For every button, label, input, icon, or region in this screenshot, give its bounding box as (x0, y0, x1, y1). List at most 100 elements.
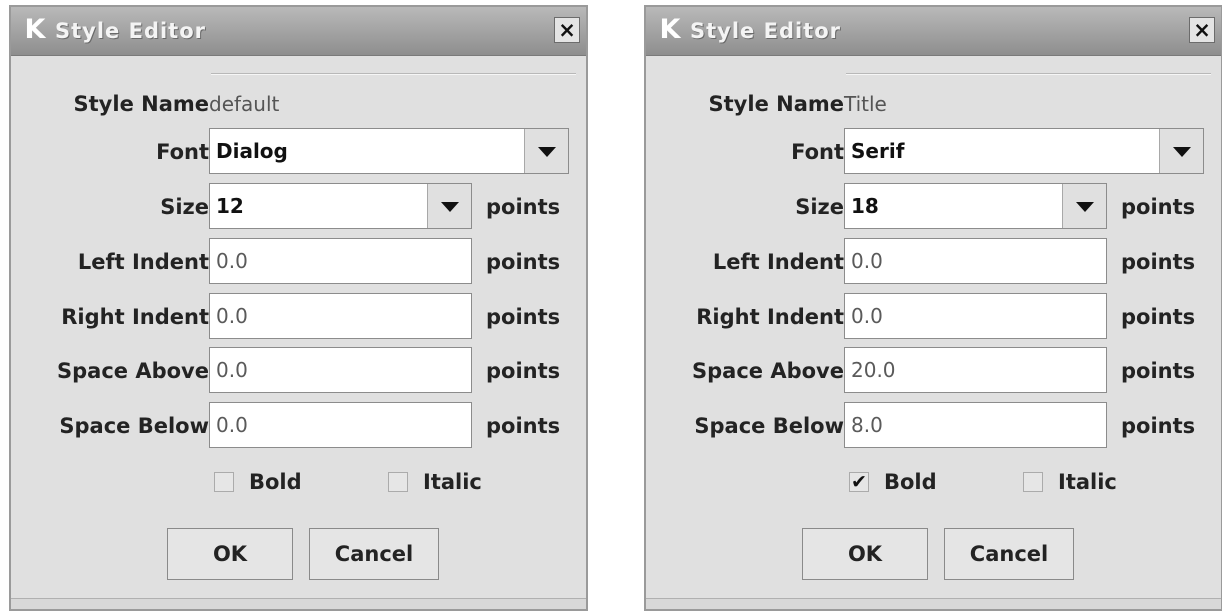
font-value: Serif (851, 139, 905, 163)
space-below-unit: points (1121, 414, 1196, 438)
size-row: Size 18 points (646, 183, 1221, 231)
right-indent-unit: points (1121, 305, 1196, 329)
left-indent-label: Left Indent (712, 250, 844, 274)
bold-label: Bold (249, 470, 302, 494)
right-indent-row: Right Indent 0.0 points (11, 293, 586, 341)
size-unit: points (486, 195, 561, 219)
italic-label: Italic (1058, 470, 1117, 494)
left-indent-field[interactable]: 0.0 (844, 238, 1107, 284)
status-strip (646, 598, 1221, 609)
style-editor-dialog-default: K Style Editor × Style Name default Font… (9, 5, 588, 611)
size-value: 18 (851, 194, 879, 218)
size-unit: points (1121, 195, 1196, 219)
size-label: Size (160, 195, 209, 219)
space-below-label: Space Below (59, 414, 209, 438)
style-name-label: Style Name (73, 92, 209, 116)
left-indent-row: Left Indent 0.0 points (11, 238, 586, 286)
status-strip (11, 598, 586, 609)
k-app-icon: K (24, 14, 46, 45)
left-indent-label: Left Indent (77, 250, 209, 274)
ok-button[interactable]: OK (167, 528, 293, 580)
size-combo[interactable]: 18 (844, 183, 1107, 229)
right-indent-field[interactable]: 0.0 (209, 293, 472, 339)
title-bar[interactable]: K Style Editor × (11, 7, 586, 56)
separator (846, 73, 1211, 75)
font-label: Font (791, 140, 844, 164)
italic-checkbox[interactable]: Italic (388, 462, 482, 502)
space-above-row: Space Above 20.0 points (646, 347, 1221, 395)
size-row: Size 12 points (11, 183, 586, 231)
space-above-unit: points (486, 359, 561, 383)
bold-check-box[interactable]: ✔ (849, 472, 869, 492)
font-value: Dialog (216, 139, 288, 163)
size-label: Size (795, 195, 844, 219)
bold-checkbox[interactable]: Bold (214, 462, 302, 502)
space-above-unit: points (1121, 359, 1196, 383)
left-indent-unit: points (1121, 250, 1196, 274)
right-indent-field[interactable]: 0.0 (844, 293, 1107, 339)
chevron-down-icon[interactable] (1062, 184, 1106, 228)
space-below-label: Space Below (694, 414, 844, 438)
font-label: Font (156, 140, 209, 164)
size-value: 12 (216, 194, 244, 218)
space-below-value: 8.0 (851, 413, 883, 437)
window-title: Style Editor (690, 19, 842, 43)
space-above-label: Space Above (57, 359, 209, 383)
style-name-label: Style Name (708, 92, 844, 116)
style-name-row: Style Name default (11, 80, 586, 128)
cancel-button[interactable]: Cancel (309, 528, 439, 580)
right-indent-value: 0.0 (216, 304, 248, 328)
space-above-value: 20.0 (851, 358, 896, 382)
style-name-value: default (209, 92, 280, 116)
italic-check-box[interactable] (388, 472, 408, 492)
italic-label: Italic (423, 470, 482, 494)
close-icon[interactable]: × (1189, 17, 1215, 43)
style-checkboxes-row: Bold Italic (11, 462, 586, 510)
bold-check-box[interactable] (214, 472, 234, 492)
space-below-field[interactable]: 8.0 (844, 402, 1107, 448)
separator (211, 73, 576, 75)
left-indent-row: Left Indent 0.0 points (646, 238, 1221, 286)
left-indent-value: 0.0 (851, 249, 883, 273)
font-row: Font Dialog (11, 128, 586, 176)
space-above-field[interactable]: 0.0 (209, 347, 472, 393)
style-checkboxes-row: ✔ Bold Italic (646, 462, 1221, 510)
right-indent-value: 0.0 (851, 304, 883, 328)
left-indent-value: 0.0 (216, 249, 248, 273)
italic-checkbox[interactable]: Italic (1023, 462, 1117, 502)
space-above-value: 0.0 (216, 358, 248, 382)
bold-label: Bold (884, 470, 937, 494)
chevron-down-icon[interactable] (427, 184, 471, 228)
space-below-value: 0.0 (216, 413, 248, 437)
title-bar[interactable]: K Style Editor × (646, 7, 1221, 56)
right-indent-label: Right Indent (61, 305, 209, 329)
style-editor-dialog-title: K Style Editor × Style Name Title Font S… (644, 5, 1222, 611)
ok-button[interactable]: OK (802, 528, 928, 580)
font-combo[interactable]: Dialog (209, 128, 569, 174)
left-indent-field[interactable]: 0.0 (209, 238, 472, 284)
space-below-row: Space Below 8.0 points (646, 402, 1221, 450)
style-name-value: Title (844, 92, 887, 116)
cancel-button[interactable]: Cancel (944, 528, 1074, 580)
italic-check-box[interactable] (1023, 472, 1043, 492)
window-title: Style Editor (55, 19, 207, 43)
space-above-row: Space Above 0.0 points (11, 347, 586, 395)
right-indent-label: Right Indent (696, 305, 844, 329)
font-combo[interactable]: Serif (844, 128, 1204, 174)
style-name-row: Style Name Title (646, 80, 1221, 128)
bold-checkbox[interactable]: ✔ Bold (849, 462, 937, 502)
space-below-field[interactable]: 0.0 (209, 402, 472, 448)
space-below-row: Space Below 0.0 points (11, 402, 586, 450)
space-below-unit: points (486, 414, 561, 438)
size-combo[interactable]: 12 (209, 183, 472, 229)
font-row: Font Serif (646, 128, 1221, 176)
close-icon[interactable]: × (554, 17, 580, 43)
left-indent-unit: points (486, 250, 561, 274)
right-indent-unit: points (486, 305, 561, 329)
space-above-label: Space Above (692, 359, 844, 383)
k-app-icon: K (659, 14, 681, 45)
right-indent-row: Right Indent 0.0 points (646, 293, 1221, 341)
chevron-down-icon[interactable] (1159, 129, 1203, 173)
space-above-field[interactable]: 20.0 (844, 347, 1107, 393)
chevron-down-icon[interactable] (524, 129, 568, 173)
